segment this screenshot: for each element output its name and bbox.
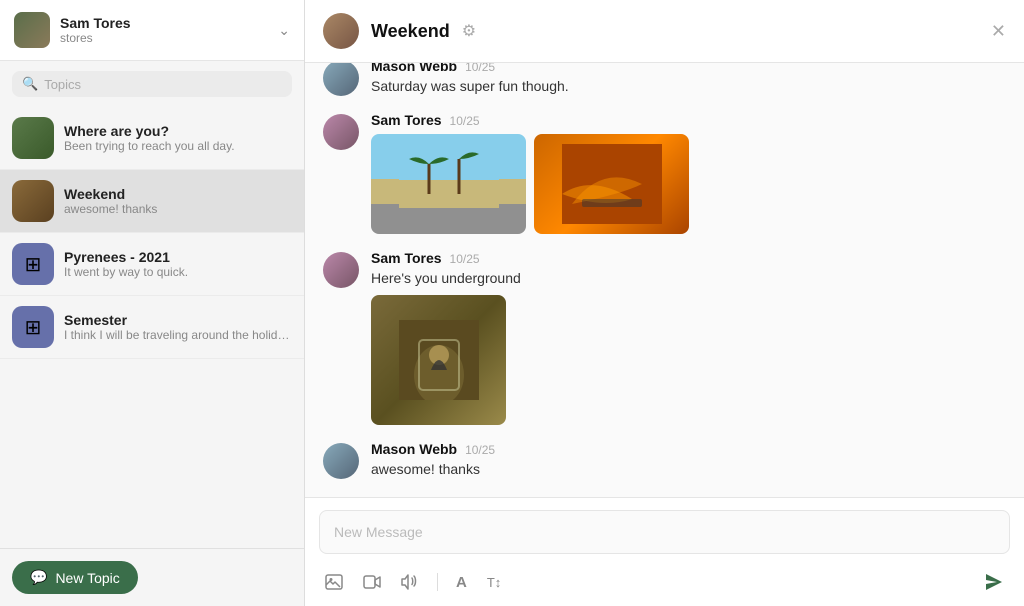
text-size-icon: T↕	[487, 575, 501, 590]
gear-icon[interactable]: ⚙	[462, 21, 476, 41]
message-body: Sam Tores 10/25 Here's you underground	[371, 250, 1006, 425]
topic-preview: It went by way to quick.	[64, 265, 292, 279]
chat-main: Weekend ⚙ ✕ Mason Webb10/25Nah, we have …	[305, 0, 1024, 606]
sidebar-header: Sam Tores stores ⌄	[0, 0, 304, 61]
topic-preview: Been trying to reach you all day.	[64, 139, 292, 153]
message-group: Sam Tores 10/25 Here's you underground	[305, 242, 1024, 433]
message-image-beach-skate	[371, 134, 526, 234]
topic-title: Pyrenees - 2021	[64, 249, 292, 265]
audio-icon	[401, 574, 419, 590]
search-input[interactable]	[44, 77, 282, 92]
topic-title: Weekend	[64, 186, 292, 202]
message-sender: Mason Webb	[371, 441, 457, 457]
toolbar-divider	[437, 573, 438, 591]
message-time: 10/25	[465, 63, 495, 74]
close-icon[interactable]: ✕	[991, 21, 1006, 42]
message-images	[371, 134, 1006, 234]
search-bar: 🔍	[0, 61, 304, 107]
topic-avatar: ⊞	[12, 306, 54, 348]
user-subtitle: stores	[60, 31, 131, 45]
topic-title: Where are you?	[64, 123, 292, 139]
new-topic-button[interactable]: 💬 New Topic	[12, 561, 138, 594]
chat-bubble-icon: 💬	[30, 569, 47, 586]
message-image-skate-ramp	[534, 134, 689, 234]
topic-title: Semester	[64, 312, 292, 328]
message-meta: Mason Webb 10/25	[371, 63, 1006, 74]
input-area: A T↕	[305, 497, 1024, 606]
video-attach-button[interactable]	[357, 571, 387, 593]
chat-title: Weekend	[371, 21, 450, 42]
topic-content: SemesterI think I will be traveling arou…	[64, 312, 292, 342]
message-body: Mason Webb 10/25 awesome! thanks	[371, 441, 1006, 480]
topic-avatar	[12, 180, 54, 222]
topic-list: Where are you?Been trying to reach you a…	[0, 107, 304, 548]
message-input[interactable]	[319, 510, 1010, 554]
new-topic-label: New Topic	[55, 570, 119, 586]
topic-avatar: ⊞	[12, 243, 54, 285]
message-avatar	[323, 114, 359, 150]
message-input-wrap	[305, 498, 1024, 562]
chat-header: Weekend ⚙ ✕	[305, 0, 1024, 63]
topic-item-where-are-you[interactable]: Where are you?Been trying to reach you a…	[0, 107, 304, 170]
font-icon: A	[456, 574, 467, 591]
message-images	[371, 295, 1006, 425]
message-body: Sam Tores 10/25	[371, 112, 1006, 234]
messages-area: Mason Webb10/25Nah, we have two films co…	[305, 63, 1024, 497]
topic-item-semester[interactable]: ⊞ SemesterI think I will be traveling aro…	[0, 296, 304, 359]
message-group: Sam Tores 10/25	[305, 104, 1024, 242]
message-avatar	[323, 252, 359, 288]
message-time: 10/25	[450, 114, 480, 128]
font-button[interactable]: A	[450, 570, 473, 595]
topic-preview: awesome! thanks	[64, 202, 292, 216]
search-icon: 🔍	[22, 76, 38, 92]
message-time: 10/25	[450, 252, 480, 266]
audio-attach-button[interactable]	[395, 570, 425, 594]
toolbar-area: A T↕	[305, 562, 1024, 606]
message-avatar	[323, 63, 359, 96]
sidebar-header-left: Sam Tores stores	[14, 12, 131, 48]
message-image-tunnel	[371, 295, 506, 425]
message-meta: Sam Tores 10/25	[371, 112, 1006, 128]
message-group: Mason Webb 10/25 awesome! thanks	[305, 433, 1024, 488]
topic-content: Pyrenees - 2021It went by way to quick.	[64, 249, 292, 279]
message-meta: Mason Webb 10/25	[371, 441, 1006, 457]
topic-avatar	[12, 117, 54, 159]
chat-topic-avatar	[323, 13, 359, 49]
send-icon	[984, 572, 1004, 592]
user-info: Sam Tores stores	[60, 15, 131, 45]
topic-item-weekend[interactable]: Weekendawesome! thanks	[0, 170, 304, 233]
user-name: Sam Tores	[60, 15, 131, 31]
message-group: Mason Webb 10/25 Saturday was super fun th…	[305, 63, 1024, 104]
message-sender: Sam Tores	[371, 250, 442, 266]
message-meta: Sam Tores 10/25	[371, 250, 1006, 266]
text-size-button[interactable]: T↕	[481, 571, 507, 594]
message-sender: Mason Webb	[371, 63, 457, 74]
message-sender: Sam Tores	[371, 112, 442, 128]
user-avatar	[14, 12, 50, 48]
message-text: Saturday was super fun though.	[371, 77, 1006, 97]
sidebar-footer: 💬 New Topic	[0, 548, 304, 606]
chevron-down-icon[interactable]: ⌄	[278, 22, 290, 39]
message-text: awesome! thanks	[371, 460, 1006, 480]
message-time: 10/25	[465, 443, 495, 457]
message-avatar	[323, 443, 359, 479]
image-icon	[325, 574, 343, 590]
search-input-wrap: 🔍	[12, 71, 292, 97]
chat-header-left: Weekend ⚙	[323, 13, 476, 49]
sidebar: Sam Tores stores ⌄ 🔍 Where are you?Been …	[0, 0, 305, 606]
topic-content: Where are you?Been trying to reach you a…	[64, 123, 292, 153]
image-attach-button[interactable]	[319, 570, 349, 594]
send-button[interactable]	[978, 568, 1010, 596]
message-body: Mason Webb 10/25 Saturday was super fun th…	[371, 63, 1006, 96]
topic-preview: I think I will be traveling around the h…	[64, 328, 292, 342]
video-icon	[363, 575, 381, 589]
topic-item-pyrenees-2021[interactable]: ⊞ Pyrenees - 2021It went by way to quick.	[0, 233, 304, 296]
message-text: Here's you underground	[371, 269, 1006, 289]
topic-content: Weekendawesome! thanks	[64, 186, 292, 216]
